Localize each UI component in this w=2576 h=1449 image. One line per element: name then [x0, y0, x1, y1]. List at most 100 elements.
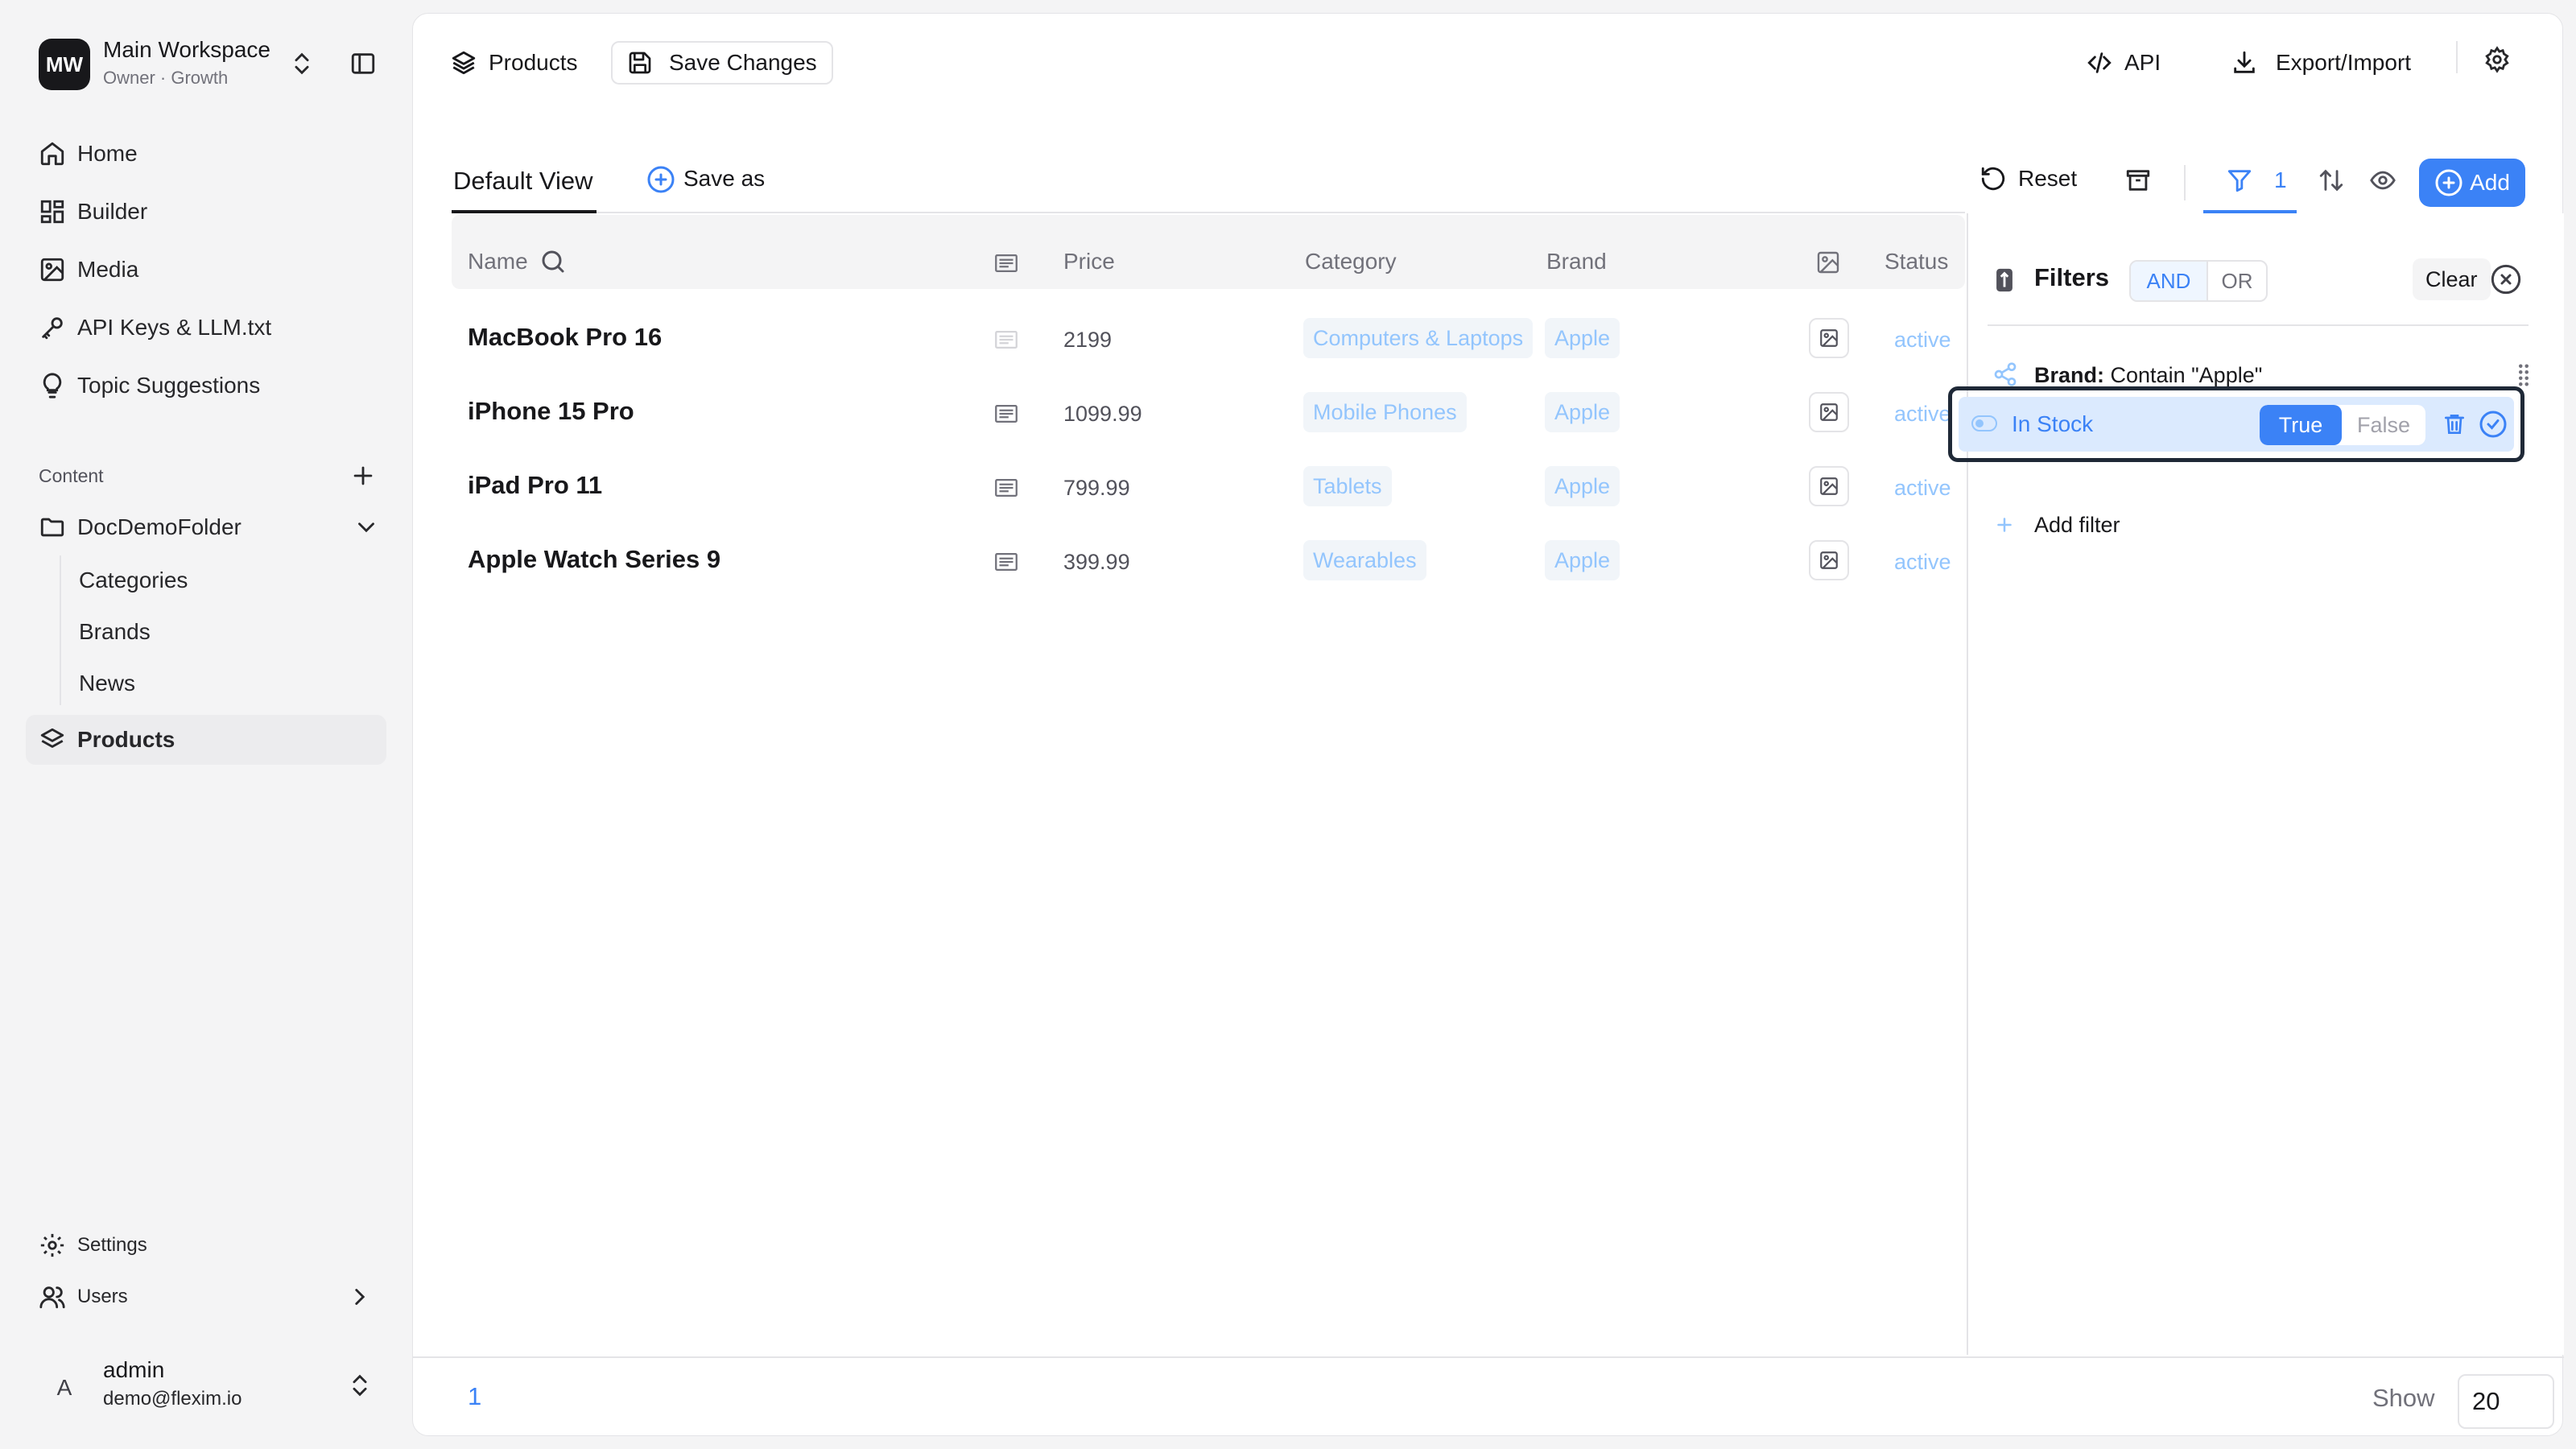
sidebar-folder-docdemo[interactable]: DocDemoFolder	[26, 502, 386, 552]
sidebar-item-label: DocDemoFolder	[77, 514, 242, 539]
table-row-name[interactable]: iPad Pro 11	[468, 471, 602, 500]
brand-tag: Apple	[1545, 318, 1620, 358]
filter-panel-icon	[1992, 266, 2017, 294]
clear-filters-button[interactable]: Clear	[2413, 258, 2491, 300]
or-option[interactable]: OR	[2207, 262, 2266, 300]
brand-filter-rule[interactable]: Brand: Contain "Apple"	[2034, 363, 2262, 388]
brand-filter-value: Contain "Apple"	[2110, 363, 2263, 387]
false-option[interactable]: False	[2342, 405, 2425, 445]
sidebar-item-products[interactable]: Products	[26, 715, 386, 765]
close-icon[interactable]	[2490, 263, 2522, 295]
drag-handle-icon[interactable]	[2517, 363, 2530, 387]
brand-tag: Apple	[1545, 466, 1620, 506]
pagination-footer: 1 Show 20	[413, 1356, 2564, 1437]
share-icon	[1992, 361, 2018, 387]
true-false-toggle[interactable]: True False	[2260, 405, 2425, 445]
sort-icon[interactable]	[2318, 167, 2345, 194]
eye-icon[interactable]	[2369, 167, 2396, 194]
text-field-icon	[993, 548, 1020, 576]
builder-icon	[39, 198, 66, 225]
filter-icon	[2226, 167, 2253, 194]
sidebar-item-media[interactable]: Media	[26, 245, 386, 295]
image-thumbnail[interactable]	[1809, 466, 1849, 506]
and-option[interactable]: AND	[2131, 262, 2207, 300]
reset-button[interactable]: Reset	[1979, 165, 2077, 192]
check-circle-icon[interactable]	[2479, 410, 2508, 439]
user-menu-icon[interactable]	[346, 1372, 374, 1399]
sidebar-item-label: Topic Suggestions	[77, 373, 261, 398]
true-option[interactable]: True	[2260, 405, 2342, 445]
archive-icon[interactable]	[2124, 167, 2152, 194]
sidebar-item-label: Products	[77, 727, 175, 752]
column-header-category[interactable]: Category	[1305, 249, 1397, 275]
export-import-button[interactable]: Export/Import	[2231, 49, 2411, 76]
sidebar-item-categories[interactable]: Categories	[64, 555, 386, 605]
sidebar-item-topic-suggestions[interactable]: Topic Suggestions	[26, 361, 386, 411]
sidebar-item-home[interactable]: Home	[26, 129, 386, 179]
workspace-switch-icon[interactable]	[288, 50, 316, 77]
filter-button[interactable]: 1	[2226, 167, 2287, 194]
add-filter-button[interactable]: Add filter	[2034, 513, 2120, 538]
in-stock-filter-body: In Stock True False	[1959, 397, 2514, 452]
page-number[interactable]: 1	[468, 1382, 481, 1411]
save-icon	[627, 50, 653, 76]
add-button[interactable]: Add	[2419, 159, 2525, 207]
gear-icon[interactable]	[2483, 46, 2511, 73]
tab-default-view[interactable]: Default View	[453, 167, 592, 196]
sidebar-item-api-keys[interactable]: API Keys & LLM.txt	[26, 303, 386, 353]
sidebar-toggle-icon[interactable]	[349, 50, 377, 77]
api-button[interactable]: API	[2086, 49, 2161, 76]
column-header-brand[interactable]: Brand	[1546, 249, 1607, 275]
image-thumbnail[interactable]	[1809, 540, 1849, 580]
image-thumbnail[interactable]	[1809, 392, 1849, 432]
plus-circle-icon	[646, 165, 675, 193]
column-header-name[interactable]: Name	[468, 249, 528, 275]
in-stock-filter-rule[interactable]: In Stock True False	[1948, 386, 2524, 462]
trash-icon[interactable]	[2442, 411, 2467, 437]
workspace-logo[interactable]: MW	[39, 39, 90, 90]
status-badge: active	[1894, 402, 1951, 426]
in-stock-label: In Stock	[2012, 411, 2094, 436]
add-content-icon[interactable]	[349, 462, 377, 489]
save-changes-button[interactable]: Save Changes	[611, 41, 833, 85]
sidebar: MW Main Workspace Owner · Growth Home Bu…	[0, 0, 402, 1449]
sidebar-item-settings[interactable]: Settings	[26, 1220, 386, 1270]
brand-filter-label: Brand:	[2034, 363, 2104, 387]
column-header-price[interactable]: Price	[1063, 249, 1115, 275]
download-icon	[2231, 49, 2258, 76]
view-divider	[452, 212, 1965, 213]
code-icon	[2086, 49, 2113, 76]
table-cell-price: 2199	[1063, 328, 1113, 352]
column-header-status[interactable]: Status	[1885, 249, 1948, 275]
workspace-name[interactable]: Main Workspace	[103, 37, 270, 63]
filters-title: Filters	[2034, 263, 2110, 291]
chevron-right-icon[interactable]	[346, 1283, 374, 1311]
sidebar-item-label: Categories	[79, 568, 188, 592]
sidebar-item-builder[interactable]: Builder	[26, 187, 386, 237]
sidebar-item-label: Settings	[77, 1234, 147, 1256]
status-badge: active	[1894, 550, 1951, 574]
table-cell-price: 399.99	[1063, 550, 1130, 574]
tree-guide-line	[60, 555, 61, 705]
search-icon[interactable]	[539, 247, 568, 276]
avatar[interactable]: A	[39, 1362, 90, 1414]
user-name: admin	[103, 1357, 165, 1382]
image-thumbnail[interactable]	[1809, 318, 1849, 358]
sidebar-item-brands[interactable]: Brands	[64, 607, 386, 657]
table-row-name[interactable]: iPhone 15 Pro	[468, 397, 634, 426]
toggle-icon[interactable]	[1971, 415, 1997, 434]
table-row-name[interactable]: MacBook Pro 16	[468, 323, 662, 352]
table-cell-price: 799.99	[1063, 476, 1130, 500]
sidebar-item-users[interactable]: Users	[26, 1272, 386, 1322]
category-tag: Computers & Laptops	[1303, 318, 1534, 358]
and-or-toggle[interactable]: AND OR	[2129, 260, 2268, 302]
save-as-button[interactable]: Save as	[646, 165, 765, 193]
folder-icon	[39, 514, 66, 541]
save-changes-label: Save Changes	[669, 50, 817, 75]
sidebar-item-news[interactable]: News	[64, 658, 386, 708]
table-row-name[interactable]: Apple Watch Series 9	[468, 545, 720, 574]
chevron-down-icon[interactable]	[353, 514, 380, 541]
plus-icon	[1992, 513, 2017, 537]
sidebar-item-label: News	[79, 671, 136, 696]
page-size-input[interactable]: 20	[2458, 1374, 2554, 1429]
